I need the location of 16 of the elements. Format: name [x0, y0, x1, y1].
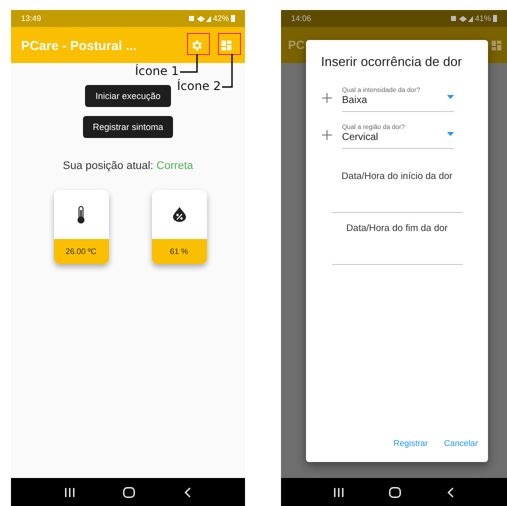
battery-percent: 41% — [474, 14, 491, 23]
app-title: PCare - Postural ... — [21, 38, 137, 52]
sensor-value: 61 % — [152, 239, 206, 264]
action-button[interactable]: Registrar sintoma — [82, 116, 174, 138]
date-label: Data/Hora do fim da dor — [345, 223, 449, 234]
position-status: Sua posição atual: Correta — [62, 160, 194, 172]
app-title: PC — [288, 38, 305, 52]
dialog-title: Inserir ocorrência de dor — [320, 54, 463, 69]
annotation-label: Ícone 1 — [135, 64, 179, 78]
status-time: 14:06 — [291, 14, 312, 23]
date-label: Data/Hora do início da dor — [340, 171, 454, 182]
status-time: 13:49 — [21, 14, 42, 23]
battery-percent: 42% — [212, 14, 229, 23]
action-button[interactable]: Iniciar execução — [85, 85, 171, 107]
annotation-label: Ícone 2 — [177, 79, 221, 93]
sensor-value: 26.00 ºC — [54, 239, 108, 264]
